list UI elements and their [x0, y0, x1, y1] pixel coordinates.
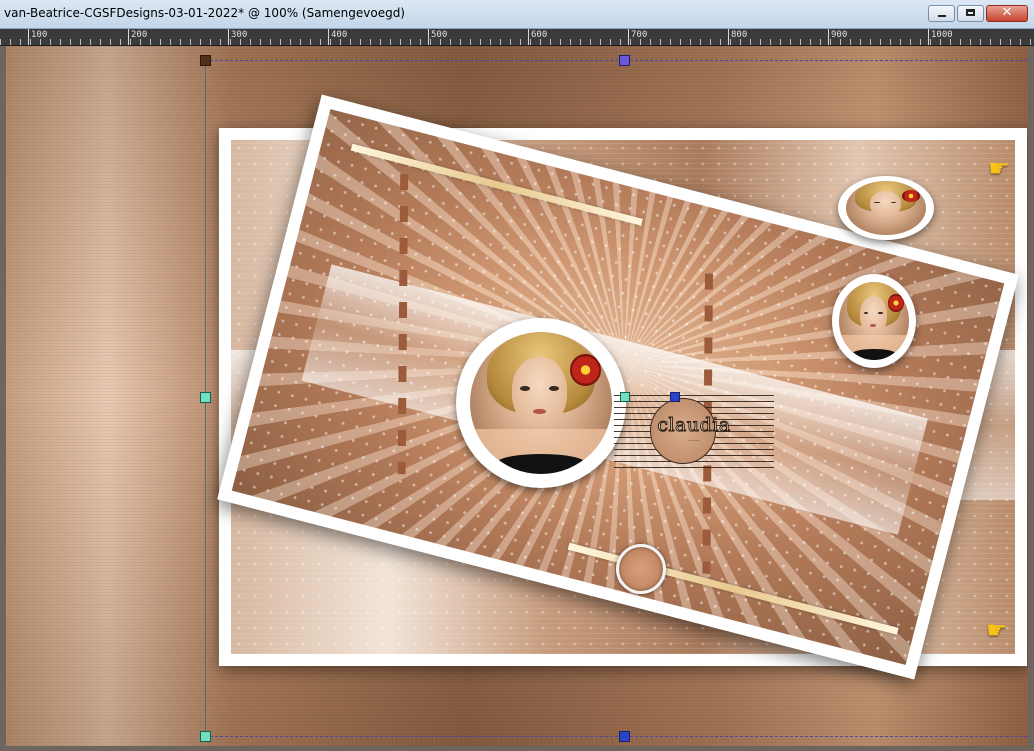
selection-corner-handle[interactable] [200, 731, 211, 742]
portrait-face [512, 357, 567, 426]
portrait-image [469, 331, 613, 475]
selection-top-handle[interactable] [619, 55, 630, 66]
ruler-label: 900 [831, 30, 848, 40]
selection-bottom-edge [205, 736, 1028, 737]
ruler-label: 1000 [931, 30, 953, 40]
ruler-major-tick [128, 29, 129, 45]
selection-corner-handle[interactable] [200, 55, 211, 66]
portrait-eye [874, 201, 880, 204]
ruler-label: 800 [731, 30, 748, 40]
portrait-image [845, 181, 927, 235]
app-window: van-Beatrice-CGSFDesigns-03-01-2022* @ 1… [0, 0, 1034, 751]
claudia-watermark: claudia ······ [614, 392, 774, 468]
portrait-dress [851, 349, 897, 361]
portrait-eye [890, 201, 897, 204]
selection-bottom-handle[interactable] [619, 731, 630, 742]
pointing-hand-icon: ☛ [988, 154, 1010, 182]
portrait-face [859, 295, 887, 334]
close-icon: ✕ [1001, 5, 1013, 20]
portrait-eye [878, 311, 883, 315]
ruler-major-tick [928, 29, 929, 45]
ruler-major-tick [228, 29, 229, 45]
portrait-large [456, 318, 626, 488]
portrait-small [838, 176, 934, 240]
ruler-label: 300 [231, 30, 248, 40]
portrait-eye [549, 386, 560, 391]
ruler-label: 100 [31, 30, 48, 40]
title-bar[interactable]: van-Beatrice-CGSFDesigns-03-01-2022* @ 1… [0, 0, 1034, 29]
ruler-major-tick [728, 29, 729, 45]
horizontal-ruler[interactable]: 100 200 300 400 500 600 700 800 900 1000 [0, 29, 1034, 46]
pointing-hand-icon: ☛ [986, 616, 1008, 644]
flower-icon [902, 189, 920, 202]
image-canvas[interactable]: ☛ ☛ claudia ······ [6, 46, 1028, 746]
flower-icon [569, 354, 601, 386]
minimize-icon [938, 15, 946, 17]
portrait-eye [863, 311, 869, 315]
flower-icon [888, 294, 904, 312]
ruler-label: 500 [431, 30, 448, 40]
portrait-dress [495, 454, 587, 475]
selection-left-handle[interactable] [200, 392, 211, 403]
ruler-label: 400 [331, 30, 348, 40]
close-button[interactable]: ✕ [986, 5, 1028, 22]
portrait-face [869, 190, 901, 217]
portrait-image [838, 281, 910, 361]
ruler-major-tick [828, 29, 829, 45]
ruler-major-tick [528, 29, 529, 45]
watermark-text: claudia [657, 414, 731, 437]
decorative-ring [616, 544, 666, 594]
maximize-button[interactable] [957, 5, 984, 22]
ruler-major-tick [428, 29, 429, 45]
portrait-lips [870, 324, 877, 328]
rotation-handle[interactable] [670, 392, 680, 402]
ruler-ticks [0, 39, 1034, 45]
ruler-label: 600 [531, 30, 548, 40]
ruler-major-tick [628, 29, 629, 45]
ruler-label: 200 [131, 30, 148, 40]
window-controls: ✕ [926, 5, 1028, 22]
ruler-major-tick [28, 29, 29, 45]
selection-top-edge [205, 60, 1028, 61]
window-title: van-Beatrice-CGSFDesigns-03-01-2022* @ 1… [4, 6, 405, 20]
portrait-lips [533, 408, 547, 415]
maximize-icon [966, 9, 975, 16]
minimize-button[interactable] [928, 5, 955, 22]
ruler-major-tick [328, 29, 329, 45]
ruler-label: 700 [631, 30, 648, 40]
rotation-pivot-handle[interactable] [620, 392, 630, 402]
watermark-subtext: ······ [688, 438, 700, 445]
portrait-medium [832, 274, 916, 368]
portrait-eye [520, 386, 530, 391]
